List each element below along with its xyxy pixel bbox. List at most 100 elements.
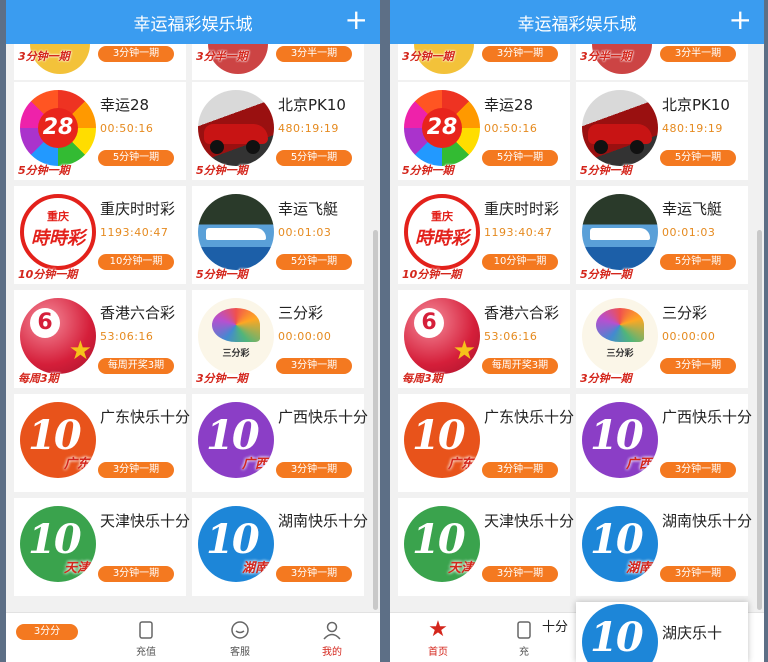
dragging-game-card[interactable]: 10 湖庆乐十: [576, 602, 748, 662]
race-car-icon: [198, 90, 274, 166]
game-name: 重庆时时彩: [484, 200, 560, 218]
game-card-partial[interactable]: 3分半一期 3分半一期: [576, 14, 748, 80]
game-name: 湖南快乐十分: [278, 512, 369, 530]
game-card-cqssc[interactable]: 重庆 時時彩 10分钟一期 重庆时时彩 1193:40:47 10分钟一期: [398, 186, 570, 284]
game-name: 北京PK10: [662, 96, 730, 114]
lucky28-wheel-icon: 28: [404, 90, 480, 166]
game-card-sanfencai[interactable]: 三分彩 3分钟一期 三分彩 00:00:00 3分钟一期: [576, 290, 748, 388]
game-card-cqssc[interactable]: 重庆 時時彩 10分钟一期 重庆时时彩 1193:40:47 10分钟一期: [14, 186, 186, 284]
add-button[interactable]: +: [345, 6, 368, 34]
game-name: 广西快乐十分: [662, 408, 753, 426]
game-name: 香港六合彩: [484, 304, 560, 322]
game-card-partial[interactable]: 3分钟一期 3分钟一期: [398, 14, 570, 80]
countdown-timer: 1193:40:47: [484, 226, 553, 239]
star-icon: ★: [428, 617, 448, 642]
period-badge: 3分半一期: [196, 50, 248, 63]
hunan-10-icon: 10 湖南: [582, 506, 658, 582]
phone-screen-right: 幸运福彩娱乐城 + 3分钟一期 3分钟一期 3分半一期 3分半一期 28 5分钟…: [390, 0, 764, 662]
period-pill: 3分钟一期: [276, 462, 352, 478]
period-pill: 5分钟一期: [660, 150, 736, 166]
game-card-guangdong-kl10[interactable]: 10 广东 广东快乐十分 3分钟一期: [14, 394, 190, 492]
game-card-partial[interactable]: 3分钟一期 3分钟一期: [14, 14, 186, 80]
race-car-icon: [582, 90, 658, 166]
chat-icon: [231, 621, 249, 639]
period-pill: 3分钟一期: [98, 566, 174, 582]
period-pill: 3分钟一期: [482, 462, 558, 478]
game-card-hunan-kl10[interactable]: 10 湖南 湖南快乐十分 3分钟一期: [576, 498, 752, 596]
period-pill: 3分钟一期: [482, 566, 558, 582]
period-pill: 3分钟一期: [98, 46, 174, 62]
chongqing-ssc-icon: 重庆 時時彩: [20, 194, 96, 270]
game-card-lucky28[interactable]: 28 5分钟一期 幸运28 00:50:16 5分钟一期: [14, 82, 186, 180]
game-name: 幸运28: [484, 96, 534, 114]
app-title: 幸运福彩娱乐城: [133, 14, 253, 35]
game-card-bjpk10[interactable]: 5分钟一期 北京PK10 480:19:19 5分钟一期: [192, 82, 364, 180]
hunan-10-icon: 10 湖南: [198, 506, 274, 582]
game-card-sanfencai[interactable]: 三分彩 3分钟一期 三分彩 00:00:00 3分钟一期: [192, 290, 364, 388]
star-icon: ★: [452, 336, 476, 366]
period-pill: 5分钟一期: [276, 254, 352, 270]
period-pill: 3分钟一期: [98, 462, 174, 478]
add-button[interactable]: +: [729, 6, 752, 34]
game-card-tianjin-kl10[interactable]: 10 天津 天津快乐十分 3分钟一期: [14, 498, 190, 596]
period-pill: 3分钟一期: [660, 462, 736, 478]
tab-mine[interactable]: 我的: [302, 619, 362, 658]
countdown-timer: 1193:40:47: [100, 226, 169, 239]
game-card-xyft[interactable]: 5分钟一期 幸运飞艇 00:01:03 5分钟一期: [192, 186, 364, 284]
countdown-timer: 00:01:03: [662, 226, 716, 239]
period-pill: 3分钟一期: [276, 358, 352, 374]
game-name: 幸运28: [100, 96, 150, 114]
game-card-bjpk10[interactable]: 5分钟一期 北京PK10 480:19:19 5分钟一期: [576, 82, 748, 180]
game-name: 三分彩: [278, 304, 324, 322]
game-name: 幸运飞艇: [278, 200, 339, 218]
period-pill: 3分钟一期: [482, 46, 558, 62]
period-badge: 5分钟一期: [18, 164, 70, 177]
scrollbar[interactable]: [757, 230, 762, 610]
period-badge: 10分钟一期: [402, 268, 462, 281]
game-card-guangxi-kl10[interactable]: 10 广西 广西快乐十分 3分钟一期: [192, 394, 368, 492]
countdown-timer: 00:00:00: [662, 330, 716, 343]
game-card-hk-mark-six[interactable]: 6 ★ 每周3期 香港六合彩 53:06:16 每周开奖3期: [14, 290, 186, 388]
period-badge: 3分钟一期: [402, 50, 454, 63]
scrollbar[interactable]: [373, 230, 378, 610]
doc-icon: [517, 621, 531, 639]
app-header: 幸运福彩娱乐城 +: [6, 0, 380, 44]
game-name: 香港六合彩: [100, 304, 176, 322]
countdown-timer: 00:50:16: [100, 122, 154, 135]
period-badge: 5分钟一期: [580, 164, 632, 177]
speedboat-icon: [582, 194, 658, 270]
drag-fragment-text: 十分: [542, 616, 569, 635]
game-name: 广西快乐十分: [278, 408, 369, 426]
hunan-10-icon: 10: [582, 604, 658, 662]
app-title: 幸运福彩娱乐城: [517, 14, 637, 35]
game-card-guangxi-kl10[interactable]: 10 广西 广西快乐十分 3分钟一期: [576, 394, 752, 492]
game-card-tianjin-kl10[interactable]: 10 天津 天津快乐十分 3分钟一期: [398, 498, 574, 596]
tab-customer-service[interactable]: 客服: [210, 619, 270, 658]
tab-recharge[interactable]: 充值: [116, 619, 176, 658]
countdown-timer: 00:00:00: [278, 330, 332, 343]
hk-mark-six-ball-icon: 6 ★: [404, 298, 480, 374]
countdown-timer: 480:19:19: [662, 122, 723, 135]
game-card-lucky28[interactable]: 28 5分钟一期 幸运28 00:50:16 5分钟一期: [398, 82, 570, 180]
period-badge: 3分钟一期: [18, 50, 70, 63]
star-icon: ★: [68, 336, 92, 366]
game-card-hunan-kl10[interactable]: 10 湖南 湖南快乐十分 3分钟一期: [192, 498, 368, 596]
game-name: 湖南快乐十分: [662, 512, 753, 530]
countdown-timer: 00:50:16: [484, 122, 538, 135]
period-pill: 5分钟一期: [482, 150, 558, 166]
game-card-xyft[interactable]: 5分钟一期 幸运飞艇 00:01:03 5分钟一期: [576, 186, 748, 284]
period-pill: 5分钟一期: [98, 150, 174, 166]
game-name: 广东快乐十分: [484, 408, 575, 426]
period-badge: 5分钟一期: [580, 268, 632, 281]
tab-home[interactable]: ★ 首页: [408, 617, 468, 659]
period-badge: 5分钟一期: [196, 268, 248, 281]
period-badge: 3分钟一期: [196, 372, 248, 385]
countdown-timer: 00:01:03: [278, 226, 332, 239]
game-card-guangdong-kl10[interactable]: 10 广东 广东快乐十分 3分钟一期: [398, 394, 574, 492]
user-icon: [323, 621, 341, 640]
game-card-hk-mark-six[interactable]: 6 ★ 每周3期 香港六合彩 53:06:16 每周开奖3期: [398, 290, 570, 388]
period-pill: 每周开奖3期: [98, 358, 174, 374]
game-card-partial[interactable]: 3分半一期 3分半一期: [192, 14, 364, 80]
game-name: 广东快乐十分: [100, 408, 191, 426]
speedboat-icon: [198, 194, 274, 270]
